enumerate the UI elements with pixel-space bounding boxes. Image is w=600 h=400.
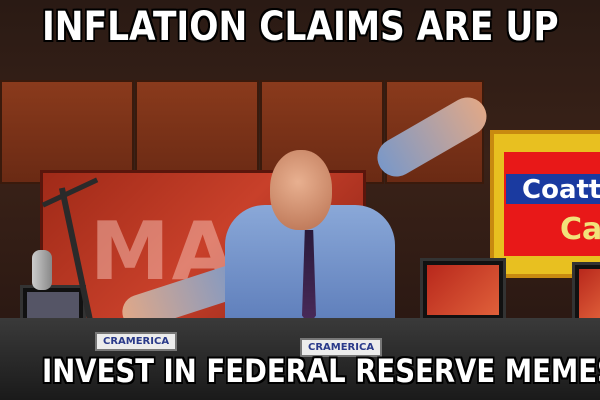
presenter-head — [270, 150, 332, 230]
meme-image: MAD Coatt Ca CRAMERICA CRAMERICA INFLATI… — [0, 0, 600, 400]
banner-text-line1: Coatt — [522, 175, 600, 205]
meme-bottom-caption: INVEST IN FEDERAL RESERVE MEMES — [42, 352, 600, 390]
banner-text-line2: Ca — [560, 212, 600, 247]
meme-top-caption: INFLATION CLAIMS ARE UP — [42, 4, 559, 50]
studio-monitor — [420, 258, 506, 322]
wood-panel — [0, 80, 134, 184]
wood-panel — [135, 80, 259, 184]
microphone — [32, 250, 52, 290]
desk-nameplate: CRAMERICA — [95, 332, 178, 351]
